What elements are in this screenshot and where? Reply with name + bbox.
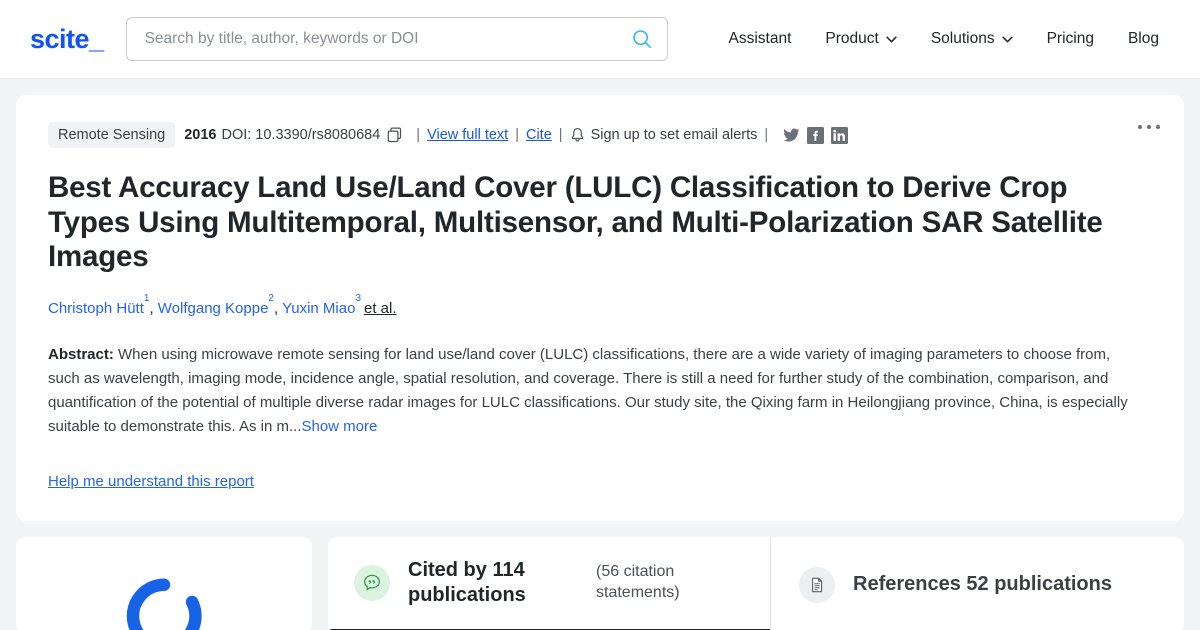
tab-references[interactable]: References 52 publications xyxy=(770,536,1184,630)
search-input[interactable] xyxy=(144,30,631,48)
bell-icon[interactable] xyxy=(570,127,585,144)
nav-label: Pricing xyxy=(1046,30,1094,47)
page-body: Remote Sensing 2016 DOI: 10.3390/rs80806… xyxy=(0,79,1200,630)
nav-item-assistant[interactable]: Assistant xyxy=(712,22,809,56)
author-link[interactable]: Yuxin Miao3 xyxy=(282,293,361,317)
loading-spinner xyxy=(126,578,202,630)
author-separator: , xyxy=(149,299,158,317)
scite-logo[interactable]: scite_ xyxy=(30,24,104,55)
facebook-icon[interactable] xyxy=(807,126,825,144)
tab-cited-by[interactable]: Cited by 114 publications (56 citation s… xyxy=(328,537,770,630)
author-list: Christoph Hütt1, Wolfgang Koppe2, Yuxin … xyxy=(48,293,1152,317)
nav-item-blog[interactable]: Blog xyxy=(1111,22,1176,56)
separator: | xyxy=(416,127,421,143)
more-options-icon[interactable] xyxy=(1138,125,1160,129)
linkedin-icon[interactable] xyxy=(831,126,849,144)
view-full-text-link[interactable]: View full text xyxy=(427,127,508,143)
nav-label: Assistant xyxy=(728,30,792,47)
author-link[interactable]: Wolfgang Koppe2 xyxy=(157,293,274,317)
nav-item-solutions[interactable]: Solutions xyxy=(914,22,1030,56)
author-name: Yuxin Miao xyxy=(282,299,356,317)
cited-by-label: Cited by 114 publications xyxy=(408,559,526,606)
separator: | xyxy=(558,127,563,143)
citation-statements-label: (56 citation statements) xyxy=(596,562,680,601)
nav-item-product[interactable]: Product xyxy=(808,22,913,56)
citation-bubble-icon xyxy=(354,564,390,601)
citation-tabs: Cited by 114 publications (56 citation s… xyxy=(328,536,1184,630)
author-link[interactable]: Christoph Hütt1 xyxy=(48,293,149,317)
document-icon xyxy=(799,566,835,603)
metrics-card xyxy=(16,536,312,630)
publication-year: 2016 xyxy=(184,127,217,143)
email-alerts-label[interactable]: Sign up to set email alerts xyxy=(591,127,758,143)
nav-label: Product xyxy=(825,30,879,47)
author-name: Christoph Hütt xyxy=(48,299,144,317)
nav-label: Solutions xyxy=(930,30,995,47)
main-nav: Assistant Product Solutions Pricing Blog xyxy=(712,22,1177,56)
paper-card: Remote Sensing 2016 DOI: 10.3390/rs80806… xyxy=(16,95,1184,521)
page-title: Best Accuracy Land Use/Land Cover (LULC)… xyxy=(48,171,1103,273)
abstract-block: Abstract: When using microwave remote se… xyxy=(48,343,1140,440)
social-share-group xyxy=(783,126,849,144)
search-icon[interactable] xyxy=(631,28,653,50)
author-affiliation-sup: 2 xyxy=(268,293,274,304)
copy-icon[interactable] xyxy=(387,127,402,143)
journal-badge[interactable]: Remote Sensing xyxy=(48,122,176,148)
site-header: scite_ Assistant Product Solutions Prici… xyxy=(0,0,1200,79)
abstract-text: When using microwave remote sensing for … xyxy=(48,345,1128,436)
cite-link[interactable]: Cite xyxy=(526,127,552,143)
help-understand-report-link[interactable]: Help me understand this report xyxy=(48,473,254,490)
author-separator: , xyxy=(273,299,283,317)
references-label: References 52 publications xyxy=(853,573,1112,596)
paper-metadata: Remote Sensing 2016 DOI: 10.3390/rs80806… xyxy=(48,121,1152,149)
separator: | xyxy=(764,127,769,143)
chevron-down-icon xyxy=(1001,36,1013,42)
doi-text: DOI: 10.3390/rs8080684 xyxy=(221,127,381,143)
nav-item-pricing[interactable]: Pricing xyxy=(1030,22,1111,56)
abstract-label: Abstract: xyxy=(48,345,114,363)
separator: | xyxy=(515,127,519,143)
show-more-link[interactable]: Show more xyxy=(301,418,377,435)
twitter-icon[interactable] xyxy=(783,127,800,144)
nav-label: Blog xyxy=(1127,30,1159,47)
author-affiliation-sup: 3 xyxy=(355,293,361,304)
author-name: Wolfgang Koppe xyxy=(157,299,269,317)
et-al-link[interactable]: et al. xyxy=(364,300,397,317)
bottom-section: Cited by 114 publications (56 citation s… xyxy=(16,536,1184,630)
author-affiliation-sup: 1 xyxy=(143,293,150,304)
search-bar[interactable] xyxy=(125,17,668,61)
chevron-down-icon xyxy=(886,36,897,42)
